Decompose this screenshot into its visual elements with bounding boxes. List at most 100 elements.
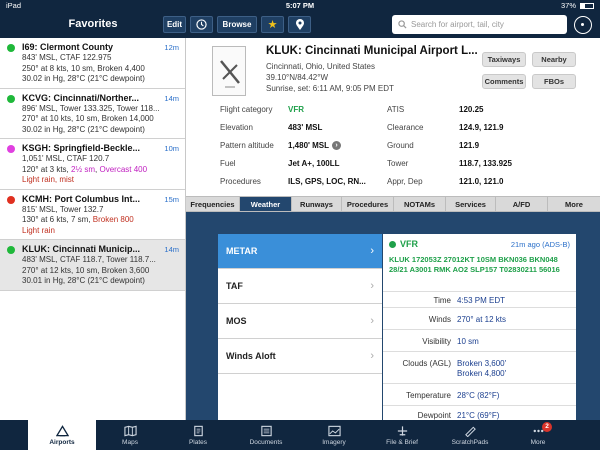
chevron-right-icon: › (370, 350, 374, 362)
star-icon: ★ (267, 19, 278, 31)
browse-button[interactable]: Browse (217, 16, 257, 33)
favorite-detail: 30.02 in Hg, 28°C (21°C dewpoint) (22, 74, 145, 83)
status-bar: iPad 5:07 PM 37% (0, 0, 600, 11)
favorite-row-kluk[interactable]: KLUK: Cincinnati Municip... 14m 483' MSL… (0, 240, 185, 291)
weather-menu-winds-aloft[interactable]: Winds Aloft › (218, 339, 382, 374)
favorite-age: 15m (164, 194, 179, 204)
file-brief-icon (397, 425, 407, 436)
info-label: Flight category (220, 105, 273, 114)
weather-menu-metar[interactable]: METAR › (218, 234, 382, 269)
tab-more[interactable]: More (548, 197, 600, 211)
favorite-row-kcmh[interactable]: KCMH: Port Columbus Int... 15m 815' MSL,… (0, 189, 185, 240)
tab-weather[interactable]: Weather (240, 197, 292, 211)
location-button[interactable] (288, 16, 311, 33)
favorite-name: KCVG: Cincinnati/Norther... (22, 92, 140, 103)
status-dot-icon (7, 195, 15, 204)
elevation-value: 483' MSL (288, 123, 323, 132)
favorite-detail: Light rain (22, 225, 55, 235)
tabbar-scratchpads[interactable]: ScratchPads (436, 420, 504, 450)
nearby-button[interactable]: Nearby (532, 52, 576, 67)
weather-menu-mos[interactable]: MOS › (218, 304, 382, 339)
status-dot-icon (7, 44, 15, 52)
metar-age: 21m ago (ADS-B) (510, 240, 570, 249)
search-placeholder: Search for airport, tail, city (411, 20, 504, 29)
favorite-detail: 30.02 in Hg, 28°C (21°C dewpoint) (22, 124, 145, 134)
weather-menu-taf[interactable]: TAF › (218, 269, 382, 304)
recent-button[interactable] (190, 16, 213, 33)
taxiways-button[interactable]: Taxiways (482, 52, 526, 67)
comments-button[interactable]: Comments (482, 74, 526, 89)
clock-icon (196, 19, 207, 30)
appr-dep-value: 121.0, 121.0 (459, 177, 504, 186)
tabbar-imagery[interactable]: Imagery (300, 420, 368, 450)
favorite-detail: 250° at 8 kts, 10 sm, Broken 4,400 (22, 63, 145, 73)
tabbar-airports[interactable]: Airports (28, 420, 96, 450)
favorite-row-i69[interactable]: I69: Clermont County 12m 843' MSL, CTAF … (0, 38, 185, 89)
airport-sun-times: Sunrise, set: 6:11 AM, 9:05 PM EDT (266, 84, 394, 93)
maps-icon (123, 425, 137, 436)
chevron-right-icon: › (370, 245, 374, 257)
tower-value: 118.7, 133.925 (459, 159, 512, 168)
search-icon (398, 20, 407, 29)
chevron-right-icon: › (332, 141, 342, 151)
airport-diagram-thumbnail[interactable] (212, 46, 246, 96)
page-title: Favorites (68, 18, 118, 30)
metar-raw-text: KLUK 172053Z 27012KT 10SM BKN036 BKN048 … (389, 255, 560, 274)
favorite-name: KSGH: Springfield-Beckle... (22, 143, 141, 153)
favorite-row-kcvg[interactable]: KCVG: Cincinnati/Norther... 14m 896' MSL… (0, 88, 185, 139)
tab-afd[interactable]: A/FD (496, 197, 548, 211)
favorite-detail: 270° at 10 kts, 10 sm, Broken 14,000 (22, 114, 154, 123)
tab-services[interactable]: Services (446, 197, 496, 211)
tab-runways[interactable]: Runways (292, 197, 342, 211)
search-field[interactable]: Search for airport, tail, city (392, 15, 567, 34)
chevron-right-icon: › (370, 280, 374, 292)
favorite-age: 12m (164, 43, 179, 52)
metar-panel: VFR 21m ago (ADS-B) KLUK 172053Z 27012KT… (383, 234, 576, 420)
edit-button[interactable]: Edit (163, 16, 186, 33)
airport-name: KLUK: Cincinnati Municipal Airport L... (266, 45, 478, 57)
notification-badge: 2 (542, 422, 552, 432)
location-pin-icon (295, 18, 304, 30)
info-label: Appr, Dep (387, 177, 423, 186)
nav-bar: Favorites Edit Browse ★ Search for airpo… (0, 11, 600, 38)
metar-row-clouds: Clouds (AGL) Broken 3,600' Broken 4,800' (383, 351, 576, 383)
info-label: Pattern altitude (220, 141, 274, 150)
scratchpads-icon (464, 426, 476, 437)
metar-row-dewpoint: Dewpoint 21°C (69°F) (383, 405, 576, 420)
tabbar-documents[interactable]: Documents (232, 420, 300, 450)
favorite-detail: 30.01 in Hg, 28°C (21°C dewpoint) (22, 276, 145, 285)
metar-row-winds: Winds 270° at 12 kts (383, 307, 576, 329)
metar-category: VFR (389, 239, 418, 249)
tabbar-file-brief[interactable]: File & Brief (368, 420, 436, 450)
metar-row-temperature: Temperature 28°C (82°F) (383, 383, 576, 405)
info-label: Fuel (220, 159, 236, 168)
clearance-value: 124.9, 121.9 (459, 123, 504, 132)
chevron-right-icon: › (370, 315, 374, 327)
battery-icon (580, 2, 594, 9)
tab-notams[interactable]: NOTAMs (394, 197, 446, 211)
tabbar-more[interactable]: More 2 (504, 420, 572, 450)
favorites-list: I69: Clermont County 12m 843' MSL, CTAF … (0, 38, 186, 420)
favorite-name: KLUK: Cincinnati Municip... (22, 244, 140, 254)
clock: 5:07 PM (285, 1, 315, 10)
tab-frequencies[interactable]: Frequencies (186, 197, 240, 211)
info-label: ATIS (387, 105, 405, 114)
atis-value: 120.25 (459, 105, 484, 114)
tabbar-maps[interactable]: Maps (96, 420, 164, 450)
pattern-altitude-value[interactable]: 1,480' MSL › (288, 141, 342, 151)
favorite-row-ksgh[interactable]: KSGH: Springfield-Beckle... 10m 1,051' M… (0, 139, 185, 190)
status-dot-icon (7, 94, 15, 103)
info-label: Ground (387, 141, 414, 150)
fuel-value: Jet A+, 100LL (288, 159, 340, 168)
airports-icon (55, 424, 69, 436)
ground-value: 121.9 (459, 141, 480, 150)
tabbar-plates[interactable]: Plates (164, 420, 232, 450)
favorite-detail: Light rain, mist (22, 175, 75, 184)
tab-procedures[interactable]: Procedures (342, 197, 394, 211)
flight-category-value: VFR (288, 105, 304, 114)
info-label: Procedures (220, 177, 261, 186)
favorites-star-button[interactable]: ★ (261, 16, 284, 33)
fbos-button[interactable]: FBOs (532, 74, 576, 89)
favorite-age: 14m (164, 93, 179, 103)
compass-icon[interactable] (574, 16, 592, 34)
